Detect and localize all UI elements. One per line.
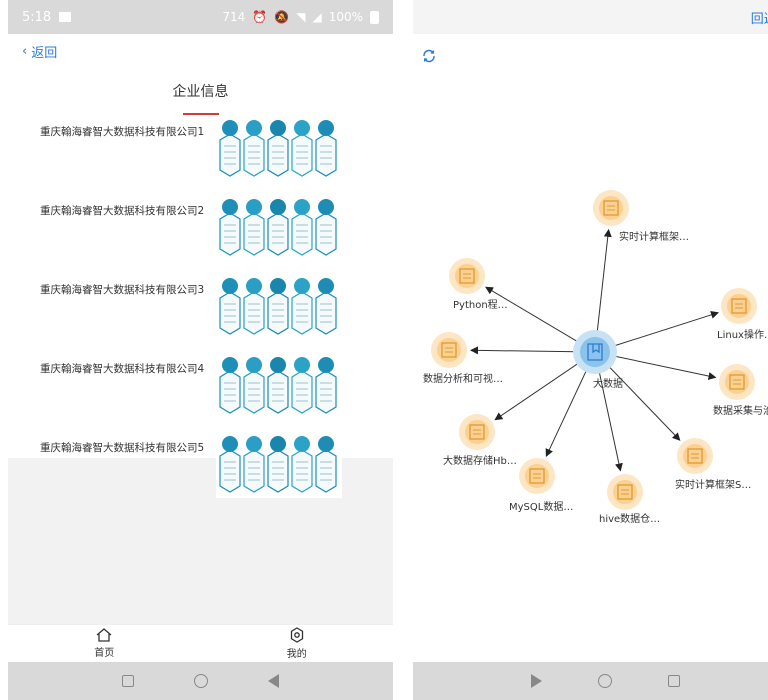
status-time: 5:18 [22,9,52,25]
top-bar: 回返 › [413,0,768,34]
graph-edge [596,228,612,335]
list-item[interactable]: 重庆翰海睿智大数据科技有限公司1 [8,112,393,191]
company-name: 重庆翰海睿智大数据科技有限公司3 [40,284,205,296]
node-label: 实时计算框架… [619,230,689,243]
graph-node[interactable]: MySQL数据… [509,458,573,513]
company-list: 重庆翰海睿智大数据科技有限公司1 重庆翰海睿智大数据科技有限公司2 重庆翰海睿智… [8,112,393,507]
graph-node[interactable]: 数据采集与治理 [713,364,768,417]
node-label: Linux操作… [717,328,768,341]
graph-node[interactable]: 数据分析和可视… [423,332,503,385]
thumbnail-image [219,436,337,493]
company-thumbnail [216,197,342,261]
battery-percent: 100% [328,10,363,24]
mute-icon: 🔕 [274,10,290,24]
bottom-tab-bar: 首页 我的 [8,624,393,662]
node-label: MySQL数据… [509,500,573,513]
graph-center-node[interactable]: 大数据 [573,330,623,390]
thumbnail-image [219,199,337,256]
battery-icon [370,10,379,24]
node-label: 实时计算框架S… [675,478,751,491]
graph-node[interactable]: 实时计算框架S… [675,438,751,491]
company-thumbnail [216,118,342,182]
home-circle-icon[interactable] [194,674,208,688]
status-bar: 5:18 714 ⏰ 🔕 ◥ ◢ 100% [8,0,393,34]
chevron-left-icon: ‹ [22,43,28,59]
node-label: Python程… [453,299,508,311]
signal-icon: ◢ [312,10,322,24]
left-screen: 5:18 714 ⏰ 🔕 ◥ ◢ 100% ‹ 返回 企业信息 重庆翰海睿智大数… [8,0,393,700]
system-nav-bar [8,662,393,700]
node-label: 大数据存储Hb… [443,454,517,467]
thumbnail-image [219,357,337,414]
tab-mine[interactable]: 我的 [267,627,327,660]
wifi-icon: ◥ [296,10,306,24]
graph-node[interactable]: Linux操作… [717,288,768,341]
page-header: 企业信息 [8,70,393,115]
company-name: 重庆翰海睿智大数据科技有限公司1 [40,126,205,138]
graph-node[interactable]: 大数据存储Hb… [443,414,517,467]
back-triangle-icon[interactable] [268,674,279,688]
node-label: 数据分析和可视… [423,372,503,385]
right-screen: 回返 › 实时计算框架… Python程… 数据分析和可视… 大数据存储Hb… MySQ… [413,0,768,700]
knowledge-graph: 实时计算框架… Python程… 数据分析和可视… 大数据存储Hb… MySQL数据… h… [423,190,768,525]
thumbnail-image [219,278,337,335]
company-thumbnail [216,434,342,498]
home-icon [96,628,112,642]
back-triangle-icon[interactable] [531,674,542,688]
company-name: 重庆翰海睿智大数据科技有限公司2 [40,205,205,217]
image-icon [59,12,72,22]
list-item[interactable]: 重庆翰海睿智大数据科技有限公司4 [8,349,393,428]
center-label: 大数据 [593,377,623,390]
node-label: hive数据仓… [599,512,660,525]
graph-edge [485,286,580,344]
settings-icon [290,627,303,643]
system-nav-bar [413,662,768,700]
graph-node[interactable]: 实时计算框架… [593,190,689,243]
graph-edge [545,368,588,457]
recents-icon[interactable] [668,675,680,687]
tab-mine-label: 我的 [286,649,307,660]
company-name: 重庆翰海睿智大数据科技有限公司4 [40,363,205,375]
back-button[interactable]: 回返 › [751,8,768,27]
back-label: 返回 [31,45,58,61]
company-thumbnail [216,355,342,419]
company-thumbnail [216,276,342,340]
tab-home-label: 首页 [94,648,115,659]
graph-edge [611,311,719,347]
graph-node[interactable]: Python程… [449,258,508,311]
graph-node[interactable]: hive数据仓… [599,474,660,525]
list-item[interactable]: 重庆翰海睿智大数据科技有限公司2 [8,191,393,270]
graph-edge [607,364,681,441]
thumbnail-image [219,120,337,177]
company-name: 重庆翰海睿智大数据科技有限公司5 [40,442,205,454]
back-label: 回返 [750,12,768,27]
graph-edge [612,355,717,380]
network-speed: 714 [222,10,246,24]
list-item[interactable]: 重庆翰海睿智大数据科技有限公司3 [8,270,393,349]
home-circle-icon[interactable] [598,674,612,688]
tab-home[interactable]: 首页 [74,628,134,659]
alarm-icon: ⏰ [252,10,268,24]
refresh-icon[interactable] [421,48,437,64]
node-label: 数据采集与治理 [713,404,768,417]
back-button[interactable]: ‹ 返回 [22,36,57,66]
recents-icon[interactable] [122,675,134,687]
list-item[interactable]: 重庆翰海睿智大数据科技有限公司5 [8,428,393,507]
graph-edge [469,346,578,355]
page-title: 企业信息 [172,84,229,100]
